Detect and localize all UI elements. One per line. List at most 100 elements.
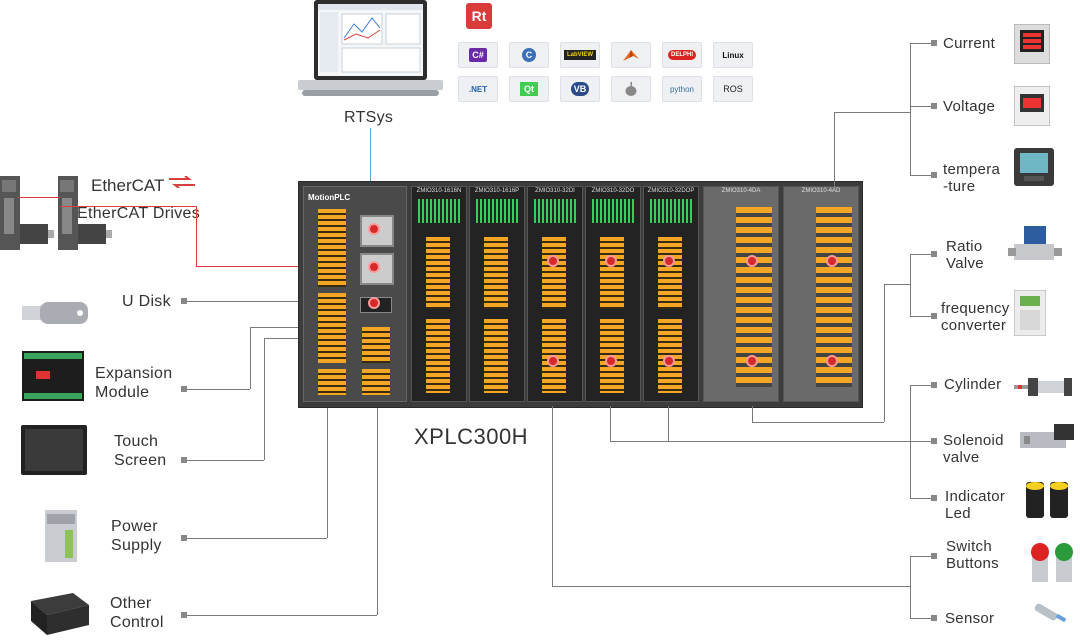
connector-line xyxy=(552,406,553,586)
cpu-label: MotionPLC xyxy=(308,193,351,202)
connector-line xyxy=(834,112,835,187)
right-label-cylinder: Cylinder xyxy=(944,376,1002,393)
module-terminal xyxy=(484,237,508,309)
connector-dot xyxy=(931,382,937,388)
indicator-led-image xyxy=(1024,480,1074,520)
module-title: ZMIO310-32DO xyxy=(591,188,635,194)
right-label-frequency-converter: frequency converter xyxy=(941,300,1010,334)
module-terminal xyxy=(658,237,682,309)
analog-module-4ad: ZMIO310-4AD xyxy=(783,186,859,402)
connector-line xyxy=(910,175,932,176)
ethercat-logo: EtherCAT xyxy=(91,175,197,196)
led-bank xyxy=(418,199,460,223)
io-module-1616p: ZMIO310-1616P xyxy=(469,186,525,402)
right-label-sensor: Sensor xyxy=(945,610,995,627)
connector-line xyxy=(910,106,932,107)
module-title: ZMIO310-1616P xyxy=(474,188,520,194)
connector-line xyxy=(264,338,265,460)
cpu-terminal xyxy=(362,327,390,363)
matlab-icon xyxy=(611,42,651,68)
other-control-image xyxy=(25,591,91,637)
connector-line xyxy=(910,441,932,442)
port-marker xyxy=(547,255,559,267)
connector-dot xyxy=(931,172,937,178)
connector-line xyxy=(668,406,669,442)
connector-line xyxy=(910,43,911,175)
right-label-ratio-valve: Ratio Valve xyxy=(946,238,984,272)
right-label-solenoid-valve: Solenoid valve xyxy=(943,432,1004,466)
touch-screen-image xyxy=(21,425,87,475)
connector-line xyxy=(610,441,910,442)
port-marker xyxy=(746,255,758,267)
current-meter-image xyxy=(1013,23,1051,65)
module-terminal xyxy=(426,319,450,393)
connector-line xyxy=(910,254,932,255)
analog-module-4da: ZMIO310-4DA xyxy=(703,186,779,402)
connector-line xyxy=(910,556,911,619)
io-module-32do: ZMIO310-32DO xyxy=(585,186,641,402)
module-title: ZMIO310-4DA xyxy=(721,188,761,194)
right-label-current: Current xyxy=(943,35,996,52)
connector-line xyxy=(884,284,910,285)
cpu-terminal xyxy=(318,209,346,287)
connector-dot xyxy=(931,615,937,621)
solenoid-valve-image xyxy=(1020,422,1078,452)
connector-line xyxy=(910,498,932,499)
plc-title: XPLC300H xyxy=(414,424,529,449)
port-marker xyxy=(826,355,838,367)
module-title: ZMIO310-4AD xyxy=(801,188,841,194)
module-terminal xyxy=(542,237,566,309)
switch-buttons-image xyxy=(1028,540,1080,584)
left-label-power-supply: Power Supply xyxy=(111,518,162,554)
connector-dot xyxy=(931,495,937,501)
right-label-switch-buttons: Switch Buttons xyxy=(946,538,999,572)
cpu-terminal xyxy=(362,369,390,395)
ros-icon: ROS xyxy=(713,76,753,102)
module-title: ZMIO310-1616N xyxy=(416,188,462,194)
connector-line xyxy=(610,406,611,442)
labview-icon: LabVIEW xyxy=(560,42,600,68)
module-terminal xyxy=(484,319,508,393)
port-marker xyxy=(368,223,380,235)
port-marker xyxy=(547,355,559,367)
dotnet-icon: .NET xyxy=(458,76,498,102)
sensor-image xyxy=(1030,598,1070,628)
voltage-meter-image xyxy=(1013,85,1051,127)
connector-line xyxy=(187,389,250,390)
connector-line xyxy=(884,284,885,422)
port-marker xyxy=(368,297,380,309)
connector-line xyxy=(377,396,378,615)
connector-line xyxy=(752,406,753,422)
connector-line xyxy=(910,556,932,557)
apple-icon xyxy=(611,76,651,102)
connector-line xyxy=(552,586,910,587)
rtsys-label: RTSys xyxy=(344,109,394,126)
left-label-udisk: U Disk xyxy=(122,293,171,310)
connector-line xyxy=(187,615,377,616)
plc-device: MotionPLC ZMIO310-1616N ZMIO310-1616P ZM… xyxy=(298,181,863,408)
port-marker xyxy=(746,355,758,367)
ratio-valve-image xyxy=(1008,222,1062,266)
ethercat-line xyxy=(196,206,197,266)
power-supply-image xyxy=(45,510,77,562)
right-label-temperature: tempera -ture xyxy=(943,161,1001,195)
led-bank xyxy=(534,199,576,223)
connector-line xyxy=(250,327,251,389)
port-marker xyxy=(826,255,838,267)
connector-dot xyxy=(931,553,937,559)
csharp-icon: C# xyxy=(458,42,498,68)
connector-dot xyxy=(931,438,937,444)
linux-icon: Linux xyxy=(713,42,753,68)
cpu-terminal xyxy=(318,293,346,363)
io-module-32dop: ZMIO310-32DOP xyxy=(643,186,699,402)
connector-line xyxy=(910,43,932,44)
qt-icon: Qt xyxy=(509,76,549,102)
led-bank xyxy=(592,199,634,223)
connector-line xyxy=(910,385,932,386)
module-title: ZMIO310-32DOP xyxy=(647,188,695,194)
udisk-image xyxy=(22,298,90,328)
connector-dot xyxy=(931,251,937,257)
led-bank xyxy=(650,199,692,223)
connector-line xyxy=(910,254,911,316)
cylinder-image xyxy=(1014,376,1072,398)
